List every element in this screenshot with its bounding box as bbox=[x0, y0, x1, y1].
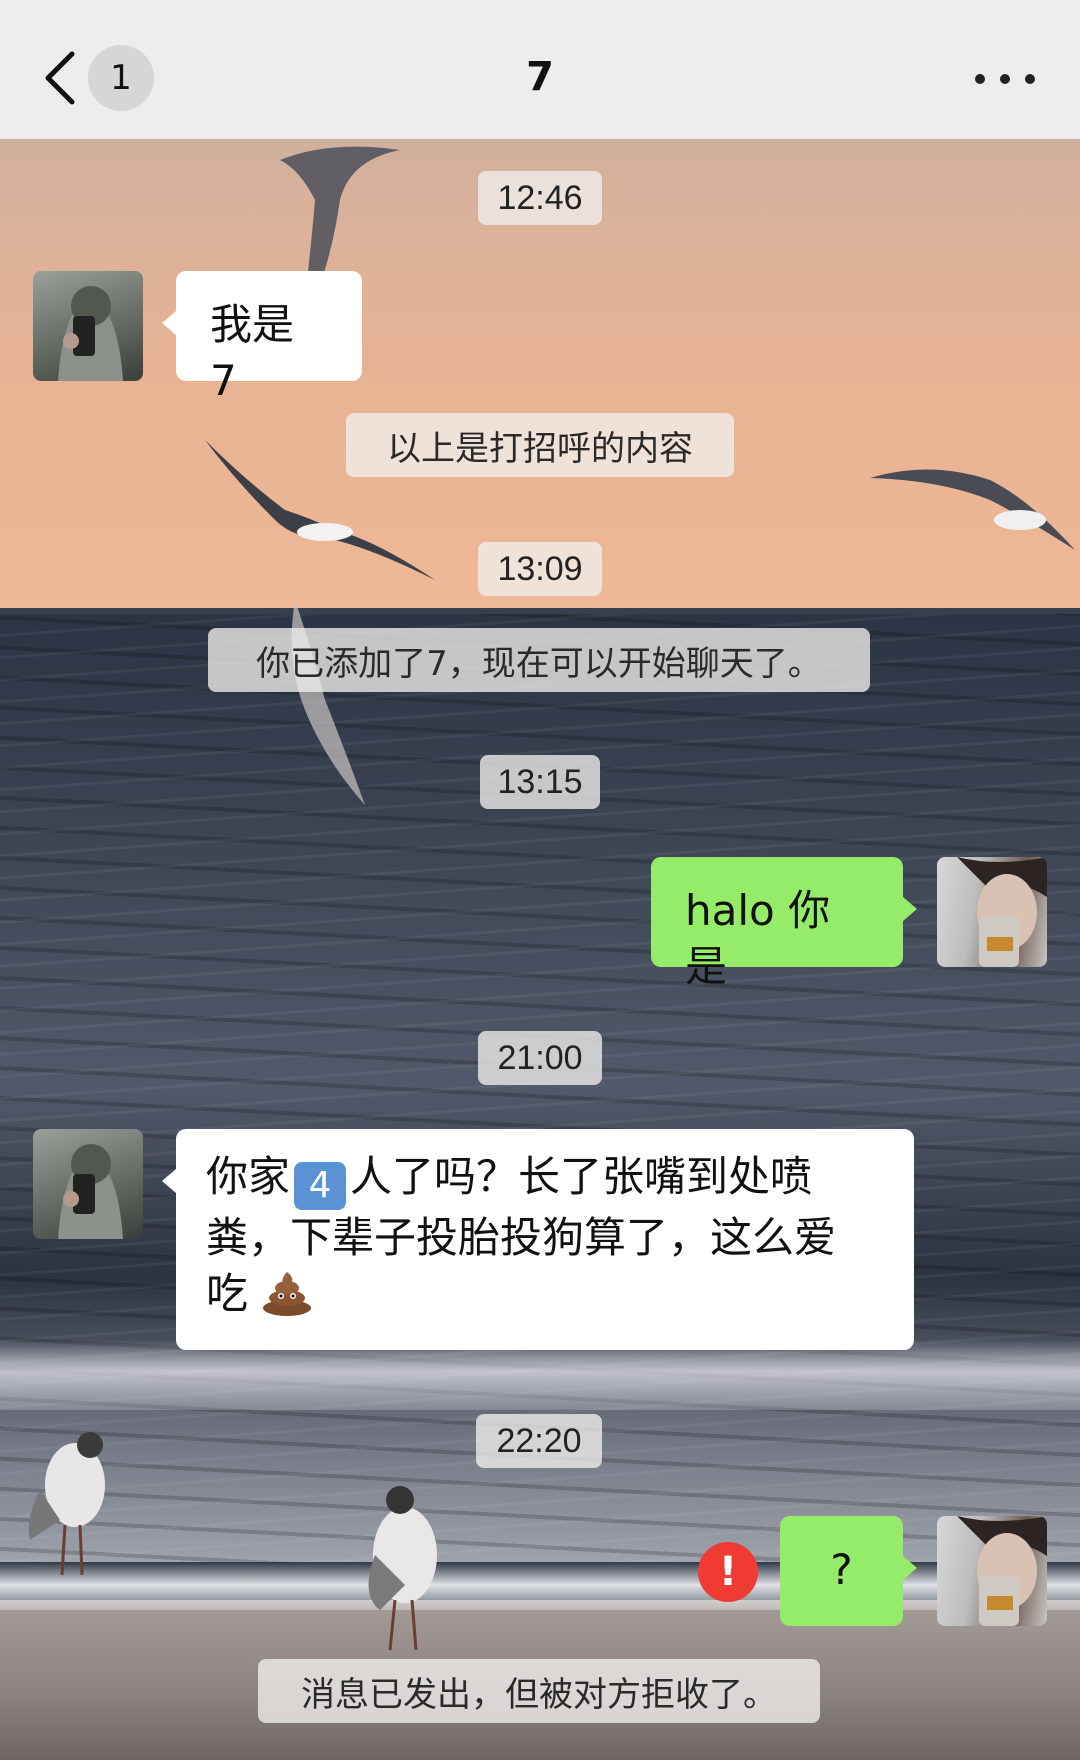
keycap-four-emoji-icon: 4 bbox=[294, 1162, 347, 1210]
timestamp: 13:09 bbox=[478, 542, 602, 596]
send-failed-error-icon[interactable]: ! bbox=[698, 1542, 758, 1602]
message-text-line: 吃 bbox=[206, 1266, 884, 1322]
chevron-left-icon bbox=[45, 51, 75, 105]
back-button[interactable] bbox=[40, 46, 80, 110]
message-bubble-received[interactable]: 你家 4 人了吗？长了张嘴到处喷 粪，下辈子投胎投狗算了，这么爱 吃 bbox=[162, 1129, 914, 1350]
timestamp: 12:46 bbox=[478, 171, 602, 225]
chat-background bbox=[0, 0, 1080, 1760]
more-dots-icon bbox=[975, 74, 985, 84]
avatar-person-icon bbox=[58, 286, 123, 381]
more-dots-icon bbox=[1025, 74, 1035, 84]
horizon-line bbox=[0, 608, 1080, 614]
system-notice: 消息已发出，但被对方拒收了。 bbox=[258, 1659, 820, 1723]
poop-emoji-icon bbox=[263, 1272, 312, 1316]
seagull-icon bbox=[368, 1486, 437, 1651]
message-text: ? bbox=[830, 1545, 853, 1594]
message-bubble-received[interactable]: 我是 7 bbox=[162, 271, 362, 405]
system-notice: 你已添加了7，现在可以开始聊天了。 bbox=[208, 628, 870, 692]
seagull-icon bbox=[870, 469, 1075, 550]
contact-avatar[interactable] bbox=[33, 1129, 143, 1239]
avatar-person-icon bbox=[58, 1144, 123, 1239]
timestamp: 22:20 bbox=[476, 1414, 602, 1468]
my-avatar[interactable] bbox=[937, 1516, 1047, 1626]
avatar-person-icon bbox=[957, 857, 1047, 967]
message-bubble-sent[interactable]: halo 你是 bbox=[651, 857, 917, 991]
my-avatar[interactable] bbox=[937, 857, 1047, 967]
more-options-button[interactable] bbox=[975, 64, 1035, 94]
avatar-person-icon bbox=[957, 1516, 1047, 1626]
more-dots-icon bbox=[1000, 74, 1010, 84]
message-text-line: 你家 4 人了吗？长了张嘴到处喷 bbox=[206, 1149, 884, 1210]
system-notice: 以上是打招呼的内容 bbox=[346, 413, 734, 477]
seagull-icon bbox=[28, 1432, 105, 1576]
contact-avatar[interactable] bbox=[33, 271, 143, 381]
wave-foam bbox=[0, 1340, 1080, 1410]
timestamp: 13:15 bbox=[480, 755, 600, 809]
message-text-line: 粪，下辈子投胎投狗算了，这么爱 bbox=[206, 1213, 837, 1262]
timestamp: 21:00 bbox=[478, 1031, 602, 1085]
unread-count-badge[interactable]: 1 bbox=[88, 45, 154, 111]
chat-header: 1 7 bbox=[0, 0, 1080, 139]
shore-foam bbox=[0, 1560, 1080, 1610]
chat-title: 7 bbox=[526, 54, 554, 100]
message-bubble-sent[interactable]: ? bbox=[780, 1516, 917, 1626]
